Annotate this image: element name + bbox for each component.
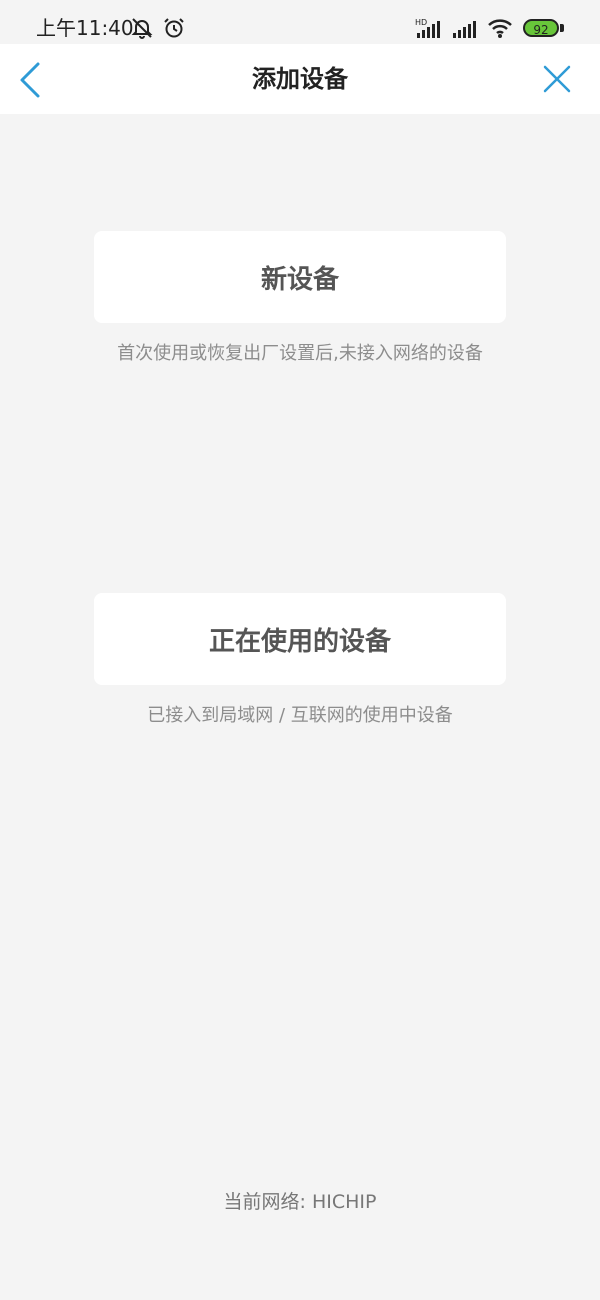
hd-signal-icon: HD — [415, 18, 440, 38]
status-right-icons: HD 92 — [415, 15, 564, 41]
in-use-device-button[interactable]: 正在使用的设备 — [94, 593, 506, 685]
current-network-label: 当前网络: HICHIP — [223, 1191, 377, 1213]
battery-icon: 92 — [523, 19, 564, 37]
close-button[interactable] — [542, 64, 572, 94]
signal-icon — [453, 21, 476, 38]
in-use-device-description: 已接入到局域网 / 互联网的使用中设备 — [147, 705, 453, 726]
wifi-icon — [488, 19, 512, 38]
page-title: 添加设备 — [252, 65, 348, 93]
battery-level: 92 — [523, 19, 559, 37]
svg-text:HD: HD — [415, 18, 427, 27]
new-device-description: 首次使用或恢复出厂设置后,未接入网络的设备 — [117, 343, 483, 364]
close-icon — [543, 65, 571, 93]
status-bar: 上午11:40 HD 92 — [0, 0, 600, 44]
new-device-button[interactable]: 新设备 — [94, 231, 506, 323]
status-left-icons — [130, 16, 186, 40]
battery-tip — [560, 24, 564, 32]
app-bar: 添加设备 — [0, 44, 600, 114]
mute-icon — [131, 18, 153, 39]
status-time: 上午11:40 — [36, 16, 134, 40]
alarm-icon — [164, 18, 184, 38]
